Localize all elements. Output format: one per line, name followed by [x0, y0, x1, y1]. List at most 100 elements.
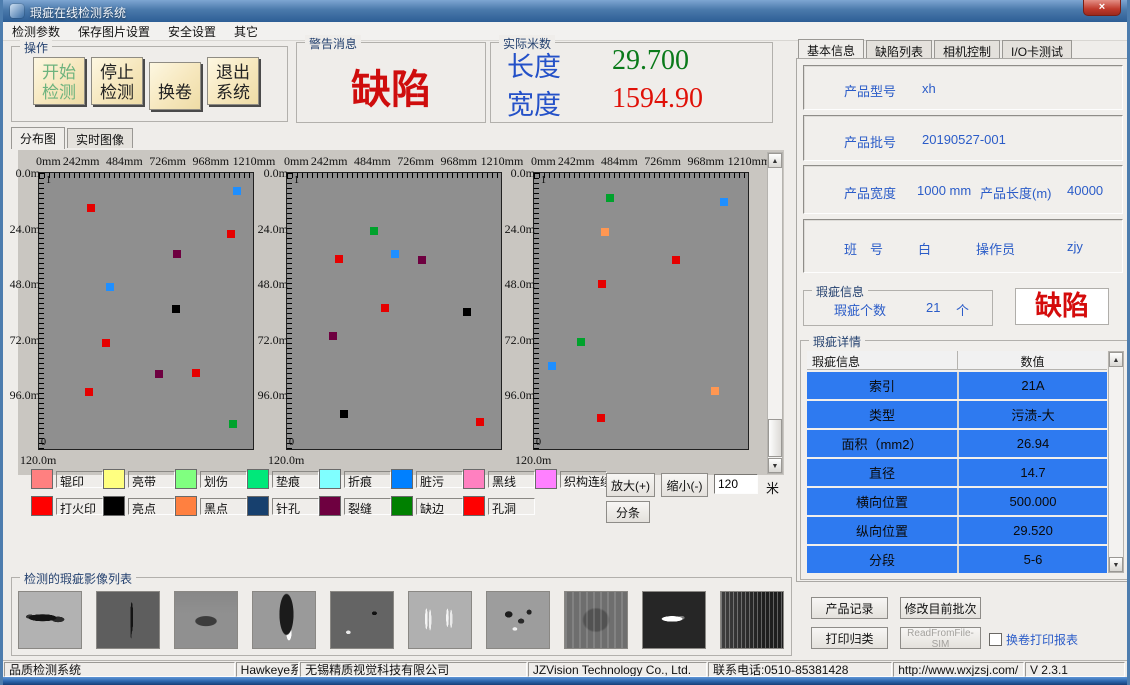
- op-button-exit[interactable]: 退出系统: [207, 57, 259, 105]
- col-header-name[interactable]: 瑕疵信息: [807, 351, 957, 369]
- scroll-up-icon[interactable]: ▲: [1109, 352, 1123, 367]
- panel-index-label: 1: [294, 175, 299, 186]
- product-record-button[interactable]: 产品记录: [811, 597, 888, 619]
- y-bottom-label: 120.0m: [515, 453, 551, 468]
- defect-thumbnail-9[interactable]: [642, 591, 706, 649]
- defect-point: [711, 387, 719, 395]
- defect-point: [598, 280, 606, 288]
- legend-swatch: [31, 469, 53, 489]
- print-on-rollchange-option[interactable]: 换卷打印报表: [989, 631, 1078, 648]
- table-row[interactable]: 分段5-6: [807, 546, 1107, 573]
- y-tick-label: 72.0m: [0, 333, 40, 348]
- windows-taskbar[interactable]: [3, 677, 1127, 685]
- defect-point: [335, 255, 343, 263]
- op-button-stop[interactable]: 停止检测: [91, 57, 143, 105]
- window-title: 瑕疵在线检测系统: [30, 4, 126, 21]
- tab-right-2[interactable]: 缺陷列表: [866, 40, 932, 60]
- defect-point: [720, 198, 728, 206]
- col-header-value[interactable]: 数值: [957, 351, 1107, 369]
- menu-item-2[interactable]: 保存图片设置: [69, 23, 159, 40]
- tab-right-4[interactable]: I/O卡测试: [1002, 40, 1072, 60]
- menu-item-3[interactable]: 安全设置: [159, 23, 225, 40]
- product-model-label: 产品型号: [844, 81, 896, 100]
- defect-thumbnail-2[interactable]: [96, 591, 160, 649]
- warning-text: 缺陷: [297, 57, 485, 115]
- row-name-cell: 横向位置: [807, 492, 957, 511]
- range-input[interactable]: [714, 474, 758, 494]
- scroll-up-icon[interactable]: ▲: [768, 153, 782, 168]
- row-name-cell: 纵向位置: [807, 521, 957, 540]
- y-tick-label: 48.0m: [246, 277, 288, 292]
- legend-label: 黑线: [488, 471, 535, 488]
- status-section-2: Hawkeye系列: [236, 662, 299, 677]
- x-tick-label: 968mm: [440, 154, 477, 169]
- y-axis-zero-label: 0: [41, 437, 46, 448]
- x-tick-label: 726mm: [644, 154, 681, 169]
- table-row[interactable]: 面积（mm2）26.94: [807, 430, 1107, 457]
- legend-swatch: [463, 496, 485, 516]
- op-button-start[interactable]: 开始检测: [33, 57, 85, 105]
- defect-thumbnail-3[interactable]: [174, 591, 238, 649]
- defect-point: [601, 228, 609, 236]
- scroll-thumb[interactable]: [768, 419, 782, 457]
- y-tick-label: 48.0m: [0, 277, 40, 292]
- modify-batch-button[interactable]: 修改目前批次: [900, 597, 981, 619]
- table-row[interactable]: 类型污渍-大: [807, 401, 1107, 428]
- defect-point: [87, 204, 95, 212]
- defect-detail-group: 瑕疵详情 瑕疵信息 数值 索引21A类型污渍-大面积（mm2）26.94直径14…: [800, 340, 1129, 580]
- operation-group: 操作 开始检测停止检测换卷退出系统: [11, 46, 288, 122]
- table-row[interactable]: 索引21A: [807, 372, 1107, 399]
- scroll-down-icon[interactable]: ▼: [1109, 557, 1123, 572]
- defect-point: [229, 420, 237, 428]
- scatter-panel-1[interactable]: 10: [38, 172, 254, 450]
- zoom-out-button[interactable]: 缩小(-): [661, 473, 708, 497]
- menu-item-4[interactable]: 其它: [225, 23, 267, 40]
- defect-thumbnail-8[interactable]: [564, 591, 628, 649]
- scatter-panel-3[interactable]: 10: [533, 172, 749, 450]
- defect-point: [606, 194, 614, 202]
- shift-label: 班 号: [844, 239, 883, 258]
- defect-point: [672, 256, 680, 264]
- y-tick-label: 96.0m: [246, 388, 288, 403]
- legend-swatch: [31, 496, 53, 516]
- defect-thumbnail-6[interactable]: [408, 591, 472, 649]
- panel-index-label: 1: [541, 175, 546, 186]
- tab-right-3[interactable]: 相机控制: [934, 40, 1000, 60]
- legend-swatch: [319, 496, 341, 516]
- print-classify-button[interactable]: 打印归类: [811, 627, 888, 649]
- read-from-file-button[interactable]: ReadFromFile-SIM: [900, 627, 981, 649]
- table-body: 索引21A类型污渍-大面积（mm2）26.94直径14.7横向位置500.000…: [807, 372, 1107, 573]
- defect-thumbnail-4[interactable]: [252, 591, 316, 649]
- legend-swatch: [175, 496, 197, 516]
- status-section-1: 品质检测系统: [4, 662, 235, 677]
- defect-thumbnail-1[interactable]: [18, 591, 82, 649]
- legend-swatch: [175, 469, 197, 489]
- app-icon: [10, 4, 24, 18]
- defect-thumbnail-10[interactable]: [720, 591, 784, 649]
- defect-thumbnail-5[interactable]: [330, 591, 394, 649]
- split-button[interactable]: 分条: [606, 501, 650, 523]
- plot-scrollbar[interactable]: ▲▼: [767, 152, 783, 474]
- tab-view-2[interactable]: 实时图像: [67, 128, 133, 148]
- scatter-panel-2[interactable]: 10: [286, 172, 502, 450]
- table-row[interactable]: 纵向位置29.520: [807, 517, 1107, 544]
- shift-value: 白: [918, 239, 931, 258]
- op-button-roll[interactable]: 换卷: [149, 62, 201, 110]
- scroll-down-icon[interactable]: ▼: [768, 458, 782, 473]
- status-section-5: 联系电话:0510-85381428: [708, 662, 892, 677]
- table-row[interactable]: 直径14.7: [807, 459, 1107, 486]
- checkbox-icon[interactable]: [989, 633, 1002, 646]
- product-width-value: 1000 mm: [917, 183, 971, 198]
- status-section-6: http://www.wxjzsj.com/: [893, 662, 1024, 677]
- tab-view-1[interactable]: 分布图: [11, 127, 65, 149]
- table-row[interactable]: 横向位置500.000: [807, 488, 1107, 515]
- thumbnail-group: 检测的瑕疵影像列表: [11, 577, 792, 656]
- table-scrollbar[interactable]: ▲ ▼: [1108, 351, 1124, 573]
- legend-label: 脏污: [416, 471, 463, 488]
- zoom-in-button[interactable]: 放大(+): [606, 473, 655, 497]
- warning-caption: 警告消息: [305, 35, 361, 52]
- close-icon[interactable]: ×: [1083, 0, 1121, 16]
- row-name-cell: 索引: [807, 376, 957, 395]
- defect-thumbnail-7[interactable]: [486, 591, 550, 649]
- menu-item-1[interactable]: 检测参数: [3, 23, 69, 40]
